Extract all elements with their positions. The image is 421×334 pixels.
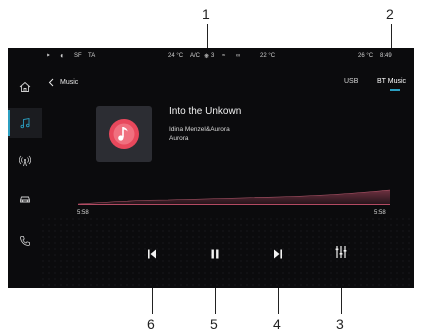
previous-button[interactable] <box>143 245 161 263</box>
back-button[interactable]: Music <box>48 76 88 88</box>
equalizer-button[interactable] <box>332 243 350 261</box>
sidebar-item-music[interactable] <box>8 108 42 138</box>
total-time: 5:58 <box>374 210 386 216</box>
fan-icon: ❋ <box>204 54 210 60</box>
callout-5: 5 <box>210 316 218 332</box>
callout-4: 4 <box>273 316 281 332</box>
seat-icon: ‣ <box>46 51 51 60</box>
next-icon <box>274 249 282 259</box>
tab-bt-music[interactable]: BT Music <box>377 78 406 85</box>
callout-1: 1 <box>202 6 210 22</box>
sidebar-item-car[interactable] <box>8 184 42 214</box>
status-temp-driver: 24 °C <box>168 53 184 59</box>
callout-2: 2 <box>386 6 394 22</box>
status-outside-temp: 26 °C <box>358 53 374 59</box>
tab-usb[interactable]: USB <box>344 78 358 85</box>
active-indicator <box>8 110 10 136</box>
status-clock: 8:49 <box>380 53 392 59</box>
chevron-left-icon <box>48 78 54 86</box>
equalizer-icon <box>335 246 347 258</box>
seat-heat-icon: ≈ <box>222 53 226 59</box>
play-pause-button[interactable] <box>206 245 224 263</box>
callout-3: 3 <box>336 316 344 332</box>
sidebar-item-home[interactable] <box>8 72 42 102</box>
status-temp-passenger: 22 °C <box>260 53 276 59</box>
radio-icon <box>19 155 31 167</box>
progress-fill <box>78 204 390 205</box>
elapsed-time: 5:58 <box>77 210 89 216</box>
song-title: Into the Unkown <box>169 106 242 117</box>
play-pause-icon <box>211 249 219 259</box>
music-note-icon <box>20 117 30 129</box>
sidebar-item-radio[interactable] <box>8 146 42 176</box>
status-bar: ‣ ◐ SF TA 24 °C A/C ❋ 3 ≈ ∞ 22 °C 26 °C … <box>8 48 414 64</box>
status-ac: A/C <box>190 53 201 59</box>
cycle-icon: ◐ <box>60 51 65 60</box>
song-album: Aurora <box>169 135 189 142</box>
music-disc-icon <box>109 119 139 149</box>
defrost-icon: ∞ <box>236 53 241 59</box>
sidebar-item-phone[interactable] <box>8 226 42 256</box>
home-icon <box>19 81 31 92</box>
top-bar: Music USB BT Music <box>48 72 408 92</box>
waveform <box>78 189 390 205</box>
head-unit-screen: ‣ ◐ SF TA 24 °C A/C ❋ 3 ≈ ∞ 22 °C 26 °C … <box>8 48 414 288</box>
phone-icon <box>20 236 30 246</box>
next-button[interactable] <box>269 245 287 263</box>
tab-active-underline <box>390 89 400 91</box>
status-ta: TA <box>88 53 96 59</box>
dot-pattern <box>42 218 414 288</box>
back-label: Music <box>60 78 79 86</box>
status-fan-level: 3 <box>211 53 215 59</box>
previous-icon <box>148 249 156 259</box>
callout-6: 6 <box>147 316 155 332</box>
sidebar <box>8 64 42 288</box>
car-icon <box>20 196 30 203</box>
album-art <box>96 106 152 162</box>
song-artist: Idina Menzel&Aurora <box>169 126 230 133</box>
status-sf: SF <box>74 53 82 59</box>
